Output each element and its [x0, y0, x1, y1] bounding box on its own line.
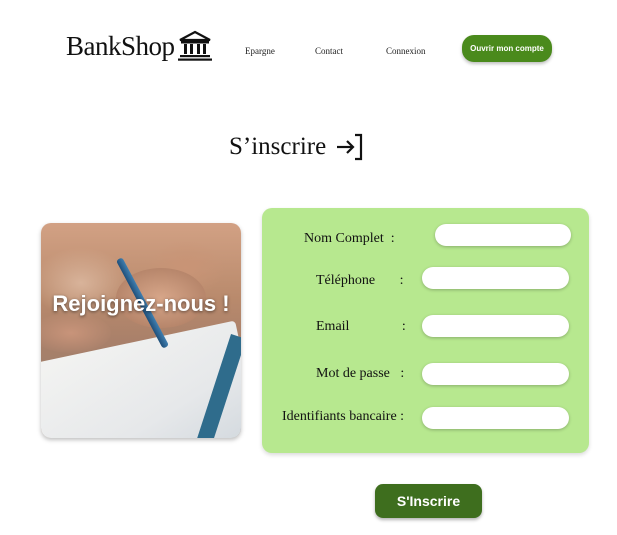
signup-submit-button[interactable]: S'Inscrire [375, 484, 482, 518]
password-field[interactable] [422, 363, 569, 385]
label-full-name: Nom Complet : [304, 231, 395, 246]
label-bank-id: Identifiants bancaire : [282, 409, 405, 424]
page-title: S’inscrire [229, 132, 364, 162]
label-phone: Téléphone : [316, 273, 404, 288]
phone-field[interactable] [422, 267, 569, 289]
label-email: Email : [316, 319, 406, 334]
brand-logo[interactable]: BankShop [66, 30, 213, 62]
photo-hand-left [41, 313, 111, 353]
login-icon [337, 133, 363, 161]
nav-link-connexion[interactable]: Connexion [386, 46, 426, 56]
page-title-text: S’inscrire [229, 133, 327, 160]
bank-icon [177, 30, 212, 61]
full-name-field[interactable] [435, 224, 571, 246]
label-password: Mot de passe : [316, 366, 405, 381]
brand-name: BankShop [66, 30, 175, 61]
open-account-button[interactable]: Ouvrir mon compte [462, 35, 552, 62]
hero-overlay-text: Rejoignez-nous ! [52, 291, 230, 316]
bank-id-field[interactable] [422, 407, 569, 429]
signup-form: Nom Complet : Téléphone : Email : Mot de… [262, 208, 589, 453]
hero-photo: Rejoignez-nous ! [41, 223, 241, 438]
email-field[interactable] [422, 315, 569, 337]
nav-link-contact[interactable]: Contact [315, 46, 343, 56]
nav-link-epargne[interactable]: Epargne [245, 46, 275, 56]
